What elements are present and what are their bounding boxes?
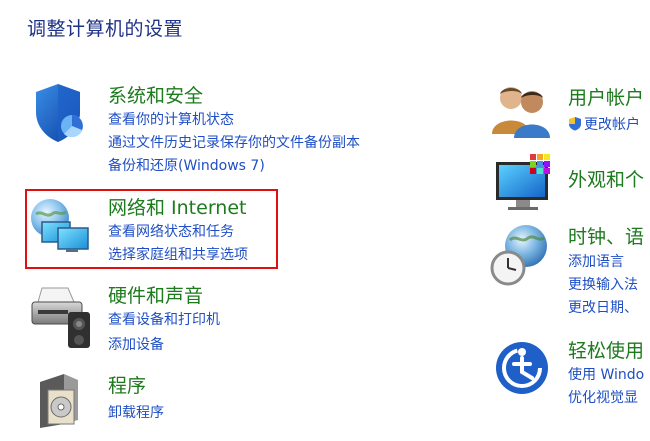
category-clock-language: 时钟、语 添加语言 更换输入法 更改日期、	[490, 222, 650, 322]
programs-icon[interactable]	[34, 372, 84, 430]
category-programs: 程序 卸载程序	[34, 372, 284, 438]
add-device-link[interactable]: 添加设备	[108, 336, 164, 354]
color-palette	[530, 154, 550, 174]
users-icon[interactable]	[492, 82, 552, 138]
programs-title[interactable]: 程序	[108, 375, 146, 397]
clock-globe-icon[interactable]	[490, 222, 554, 290]
change-account-type-link[interactable]: 更改帐户	[568, 116, 640, 134]
file-history-backup-link[interactable]: 通过文件历史记录保存你的文件备份副本	[108, 134, 360, 152]
devices-printers-link[interactable]: 查看设备和打印机	[108, 311, 220, 329]
uac-shield-icon	[569, 117, 581, 131]
optimize-visual-display-link[interactable]: 优化视觉显	[568, 389, 638, 407]
category-ease-of-access: 轻松使用 使用 Windo 优化视觉显	[494, 338, 650, 418]
display-icon[interactable]	[492, 152, 558, 214]
ease-of-access-title[interactable]: 轻松使用	[568, 340, 644, 362]
change-date-link[interactable]: 更改日期、	[568, 299, 638, 317]
uninstall-program-link[interactable]: 卸载程序	[108, 404, 164, 422]
page-title: 调整计算机的设置	[27, 18, 184, 40]
control-panel-page: 调整计算机的设置 系统和安全 查看你的计算机状态 通过文件历史记录保存你的文件备…	[0, 0, 650, 441]
use-windows-suggestions-link[interactable]: 使用 Windo	[568, 366, 644, 384]
shield-icon[interactable]	[28, 78, 92, 146]
network-globe-icon[interactable]	[28, 192, 92, 258]
printer-icon[interactable]	[28, 282, 92, 350]
backup-restore-link[interactable]: 备份和还原(Windows 7)	[108, 157, 265, 175]
category-user-accounts: 用户帐户 更改帐户	[492, 82, 650, 142]
hardware-sound-title[interactable]: 硬件和声音	[108, 285, 203, 307]
category-hardware-sound: 硬件和声音 查看设备和打印机 添加设备	[28, 282, 328, 357]
category-system-security: 系统和安全 查看你的计算机状态 通过文件历史记录保存你的文件备份副本 备份和还原…	[28, 78, 408, 188]
view-computer-status-link[interactable]: 查看你的计算机状态	[108, 111, 234, 129]
add-language-link[interactable]: 添加语言	[568, 253, 624, 271]
homegroup-sharing-link[interactable]: 选择家庭组和共享选项	[108, 246, 248, 264]
appearance-title[interactable]: 外观和个	[568, 169, 644, 191]
change-input-method-link[interactable]: 更换输入法	[568, 276, 638, 294]
system-security-title[interactable]: 系统和安全	[108, 85, 203, 107]
user-accounts-title[interactable]: 用户帐户	[568, 87, 644, 109]
category-network-internet: 网络和 Internet 查看网络状态和任务 选择家庭组和共享选项	[28, 192, 273, 267]
view-network-status-link[interactable]: 查看网络状态和任务	[108, 223, 234, 241]
network-internet-title[interactable]: 网络和 Internet	[108, 197, 246, 219]
ease-of-access-icon[interactable]	[494, 338, 554, 398]
change-account-type-label: 更改帐户	[584, 117, 640, 133]
category-appearance: 外观和个	[492, 152, 650, 216]
clock-language-title[interactable]: 时钟、语	[568, 226, 644, 248]
